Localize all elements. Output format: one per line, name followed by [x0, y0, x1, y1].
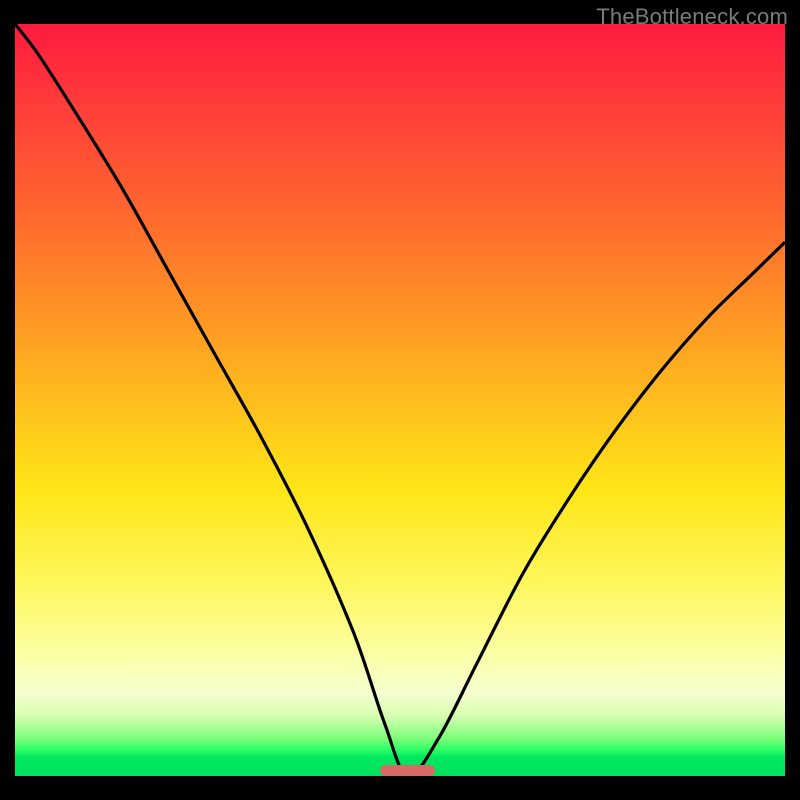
chart-frame: TheBottleneck.com: [0, 0, 800, 800]
optimum-marker: [380, 765, 435, 776]
curve-path: [15, 24, 785, 776]
plot-area: [15, 24, 785, 776]
bottleneck-curve: [15, 24, 785, 776]
watermark-text: TheBottleneck.com: [596, 4, 788, 30]
